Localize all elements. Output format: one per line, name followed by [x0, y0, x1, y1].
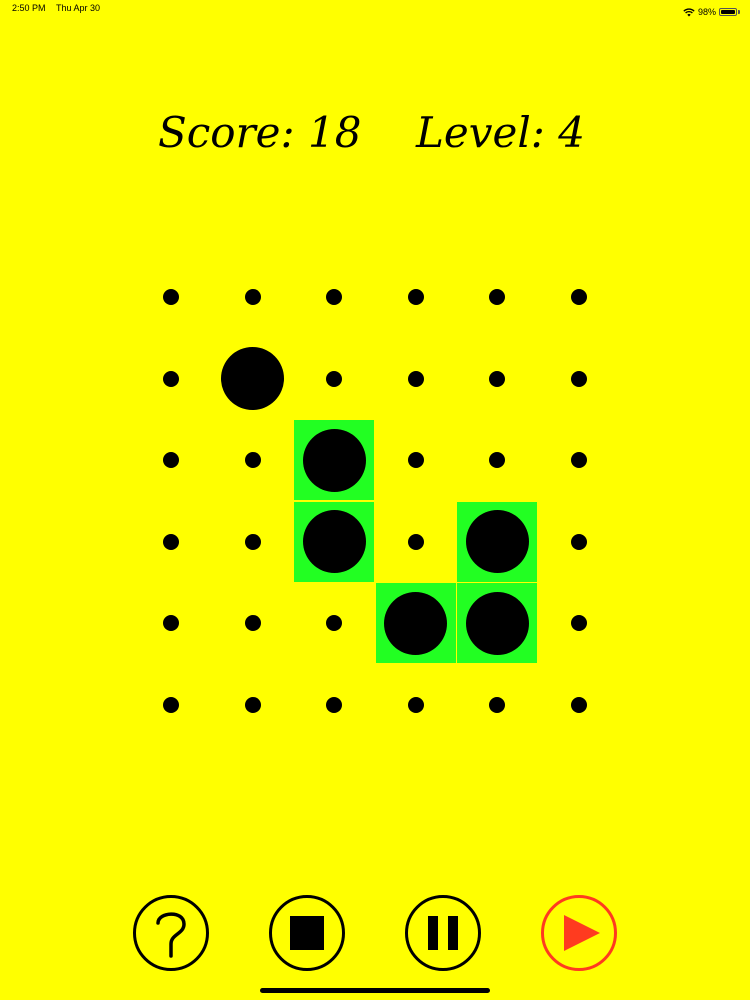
grid-dot[interactable]	[244, 615, 261, 632]
grid-dot[interactable]	[326, 615, 343, 632]
help-button[interactable]	[133, 895, 209, 971]
stop-button[interactable]	[269, 895, 345, 971]
grid-dot[interactable]	[571, 452, 587, 469]
grid-dot[interactable]	[244, 533, 261, 550]
grid-dot[interactable]	[244, 452, 261, 469]
grid-dot[interactable]	[571, 615, 587, 632]
grid-dot[interactable]	[489, 452, 506, 469]
grid-dot[interactable]	[163, 452, 179, 469]
play-button[interactable]	[541, 895, 617, 971]
control-bar	[0, 895, 750, 975]
grid-dot[interactable]	[163, 533, 179, 550]
grid-dot[interactable]	[163, 289, 179, 305]
game-piece[interactable]	[384, 591, 448, 655]
grid-dot[interactable]	[571, 697, 587, 713]
grid-dot[interactable]	[244, 289, 261, 305]
grid-dot[interactable]	[407, 370, 424, 387]
grid-dot[interactable]	[326, 370, 343, 387]
grid-dot[interactable]	[407, 533, 424, 550]
grid-dot[interactable]	[163, 370, 179, 387]
grid-dot[interactable]	[571, 370, 587, 387]
home-indicator	[260, 988, 490, 993]
game-piece[interactable]	[302, 428, 366, 492]
grid-dot[interactable]	[571, 289, 587, 305]
game-piece[interactable]	[465, 510, 529, 574]
game-piece[interactable]	[221, 347, 285, 411]
game-board[interactable]	[0, 0, 750, 1000]
game-piece[interactable]	[302, 510, 366, 574]
grid-dot[interactable]	[326, 697, 343, 713]
grid-dot[interactable]	[163, 615, 179, 632]
grid-dot[interactable]	[489, 697, 506, 713]
grid-dot[interactable]	[407, 697, 424, 713]
grid-dot[interactable]	[407, 452, 424, 469]
grid-dot[interactable]	[489, 289, 506, 305]
grid-dot[interactable]	[163, 697, 179, 713]
grid-dot[interactable]	[407, 289, 424, 305]
grid-dot[interactable]	[326, 289, 343, 305]
grid-dot[interactable]	[571, 533, 587, 550]
grid-dot[interactable]	[489, 370, 506, 387]
game-piece[interactable]	[465, 591, 529, 655]
pause-button[interactable]	[405, 895, 481, 971]
grid-dot[interactable]	[244, 697, 261, 713]
